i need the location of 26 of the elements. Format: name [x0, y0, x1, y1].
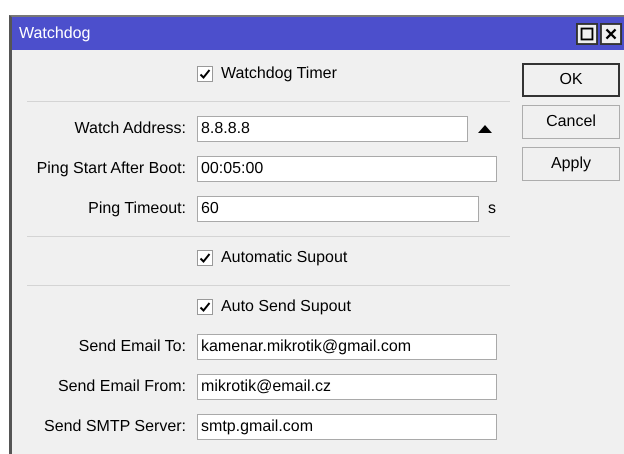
maximize-icon[interactable] [576, 22, 598, 44]
input-field[interactable]: 00:05:00 [197, 156, 497, 182]
input-field[interactable]: 8.8.8.8 [197, 116, 468, 142]
window-title: Watchdog [19, 24, 90, 42]
input-field[interactable]: smtp.gmail.com [197, 414, 497, 440]
field-label: Ping Timeout: [87, 200, 186, 218]
close-icon[interactable] [600, 22, 622, 44]
checkbox-label: Watchdog Timer [221, 65, 337, 83]
dialog-button[interactable]: Cancel [522, 105, 620, 139]
input-field[interactable]: mikrotik@email.cz [197, 374, 497, 400]
checkbox[interactable] [197, 250, 213, 266]
ok-button[interactable]: OK [522, 63, 620, 97]
checkbox[interactable] [197, 299, 213, 315]
checkbox-label: Auto Send Supout [221, 298, 351, 316]
input-field[interactable]: 60 [197, 196, 479, 222]
field-label: Send Email From: [56, 378, 186, 396]
up-triangle-icon[interactable] [478, 125, 492, 133]
field-label: Send Email To: [78, 338, 186, 356]
field-label: Ping Start After Boot: [36, 160, 186, 178]
checkbox[interactable] [197, 66, 213, 82]
field-label: Send SMTP Server: [43, 418, 186, 436]
unit-label: s [488, 200, 496, 218]
dialog-button[interactable]: Apply [522, 147, 620, 181]
field-label: Watch Address: [74, 120, 186, 138]
checkbox-label: Automatic Supout [221, 249, 348, 267]
input-field[interactable]: kamenar.mikrotik@gmail.com [197, 334, 497, 360]
